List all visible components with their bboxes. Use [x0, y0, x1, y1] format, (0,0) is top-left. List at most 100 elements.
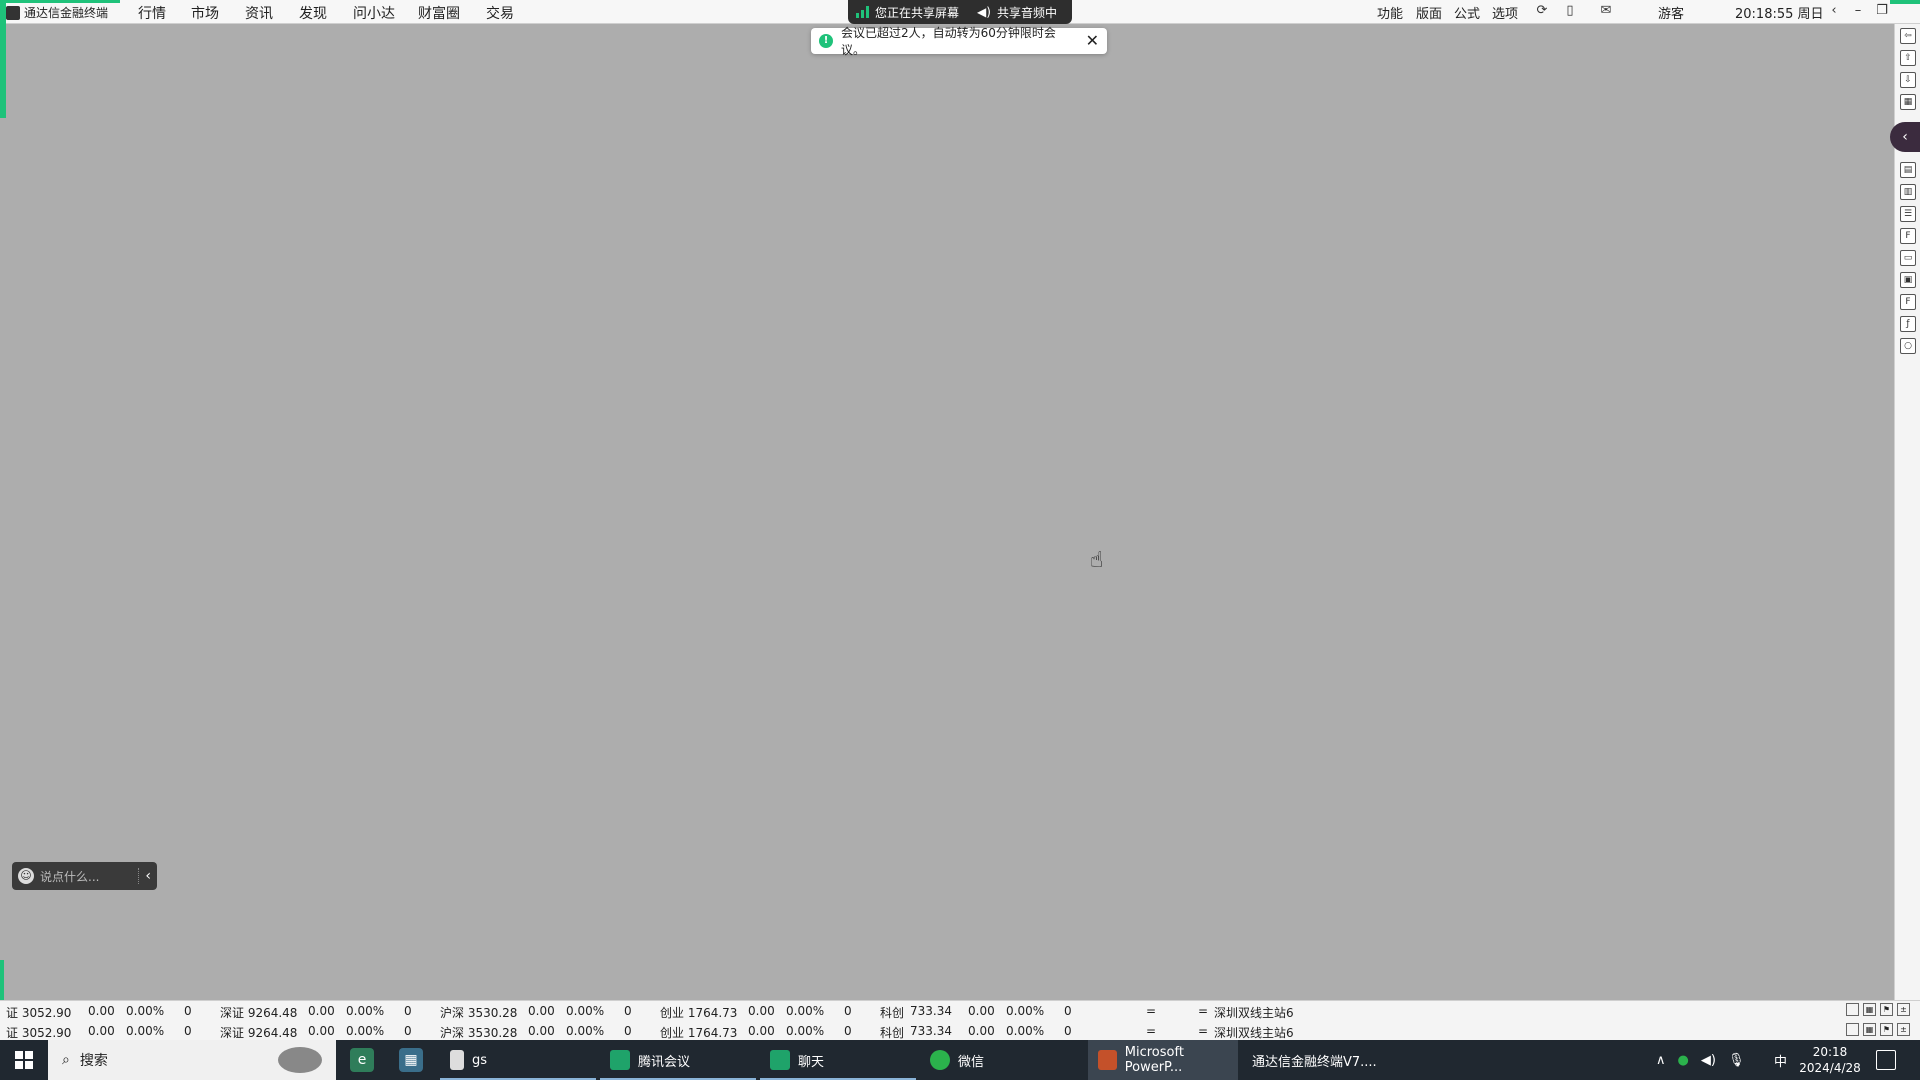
powerpoint-icon — [1098, 1050, 1117, 1070]
menu-item-formula[interactable]: 公式 — [1454, 3, 1480, 22]
taskbar-app-tencent-meeting[interactable]: 腾讯会议 — [600, 1040, 756, 1080]
pin-icon[interactable]: ± — [1897, 1003, 1910, 1016]
sh-index[interactable]: 证 3052.90 — [6, 1004, 71, 1021]
fund-icon[interactable]: F — [1900, 294, 1916, 310]
search-highlight-icon — [278, 1047, 322, 1073]
window-icon[interactable] — [1846, 1003, 1859, 1016]
kc-label[interactable]: 科创 — [880, 1004, 904, 1021]
sharing-screen-button[interactable]: 您正在共享屏幕 — [856, 4, 959, 21]
taskbar-clock[interactable]: 20:18 2024/4/28 — [1790, 1044, 1870, 1076]
right-toolbar: ⇦ ⇧ ⇩ ▦ ▤ ▥ ☰ F ▭ ▣ F ƒ ○ — [1894, 24, 1920, 1000]
formula-icon[interactable]: ƒ — [1900, 316, 1916, 332]
restore-icon[interactable]: ❐ — [1874, 3, 1890, 19]
speaker-icon: ◀) — [977, 5, 991, 19]
back-icon[interactable]: ‹ — [1826, 3, 1842, 19]
menu-item-trade[interactable]: 交易 — [486, 3, 514, 23]
sh-pct: 0.00% — [126, 1024, 165, 1038]
edge-browser-icon[interactable]: e — [350, 1048, 374, 1072]
ime-indicator[interactable]: 中 — [1774, 1040, 1787, 1080]
window-icon[interactable] — [1846, 1023, 1859, 1036]
sz-pct: 0.00% — [346, 1024, 385, 1038]
microphone-icon[interactable]: 🎙 — [1728, 1053, 1745, 1068]
taskbar-app-gs[interactable]: gs — [440, 1040, 596, 1080]
sh-index[interactable]: 证 3052.90 — [6, 1024, 71, 1041]
server-label[interactable]: 深圳双线主站6 — [1214, 1024, 1294, 1041]
nav-back-icon[interactable]: ⇦ — [1900, 28, 1916, 44]
f10-icon[interactable]: F — [1900, 228, 1916, 244]
menu-item-functions[interactable]: 功能 — [1377, 3, 1403, 22]
notification-center-icon[interactable] — [1876, 1050, 1896, 1070]
taskbar-app-tdx[interactable]: 通达信金融终端V7.... — [1242, 1040, 1402, 1080]
chart-icon[interactable]: ▣ — [1900, 272, 1916, 288]
grid-icon[interactable]: ▦ — [1900, 94, 1916, 110]
user-label[interactable]: 游客 — [1658, 3, 1684, 22]
taskbar-search[interactable]: ⌕ 搜索 — [48, 1040, 336, 1080]
collapse-panel-button[interactable]: ‹ — [1890, 122, 1920, 152]
emoji-icon[interactable]: ☺ — [18, 868, 34, 884]
hs-index[interactable]: 沪深 3530.28 — [440, 1004, 517, 1021]
sz-change: 0.00 — [308, 1004, 335, 1018]
menu-item-options[interactable]: 选项 — [1492, 3, 1518, 22]
sz-vol: 0 — [404, 1004, 412, 1018]
taskbar-app-label: 腾讯会议 — [638, 1054, 691, 1070]
menu-item-discover[interactable]: 发现 — [299, 3, 327, 23]
pin-icon[interactable]: ± — [1897, 1023, 1910, 1036]
wechat-icon — [930, 1050, 950, 1070]
doc-icon[interactable]: ▭ — [1900, 250, 1916, 266]
calculator-icon[interactable]: ▦ — [399, 1048, 423, 1072]
taskbar-app-label: 通达信金融终端V7.... — [1252, 1054, 1377, 1070]
kc-index: 733.34 — [910, 1004, 952, 1018]
menu-item-ask[interactable]: 问小达 — [353, 3, 395, 23]
phone-icon[interactable]: ▯ — [1562, 3, 1578, 19]
search-label: 搜索 — [79, 1053, 108, 1069]
cy-index[interactable]: 创业 1764.73 — [660, 1024, 737, 1041]
menu-item-layout[interactable]: 版面 — [1416, 3, 1442, 22]
server-label[interactable]: 深圳双线主站6 — [1214, 1004, 1294, 1021]
chat-input[interactable]: ☺ 说点什么... ‹ — [12, 862, 157, 890]
kline-icon[interactable]: ▥ — [1900, 184, 1916, 200]
clock-time: 20:18 — [1812, 1045, 1848, 1059]
hs-index[interactable]: 沪深 3530.28 — [440, 1024, 517, 1041]
kc-change: 0.00 — [968, 1004, 995, 1018]
flag-icon[interactable]: ⚑ — [1880, 1023, 1893, 1036]
grid-small-icon[interactable]: ▦ — [1863, 1003, 1876, 1016]
chevron-left-icon[interactable]: ‹ — [145, 868, 151, 884]
flag-icon[interactable]: ⚑ — [1880, 1003, 1893, 1016]
taskbar-app-label: 聊天 — [798, 1054, 825, 1070]
nav-down-icon[interactable]: ⇩ — [1900, 72, 1916, 88]
menu-item-quotes[interactable]: 行情 — [138, 3, 166, 23]
accent-strip-right — [1890, 0, 1920, 4]
cy-index[interactable]: 创业 1764.73 — [660, 1004, 737, 1021]
sz-index[interactable]: 深证 9264.48 — [220, 1004, 297, 1021]
minimize-icon[interactable]: – — [1850, 3, 1866, 19]
kc-index: 733.34 — [910, 1024, 952, 1038]
volume-icon[interactable]: ◀) — [1701, 1053, 1716, 1068]
taskbar-app-wechat[interactable]: 微信 — [920, 1040, 1086, 1080]
taskbar-app-powerpoint[interactable]: Microsoft PowerP... — [1088, 1040, 1238, 1080]
menu-item-wealth[interactable]: 财富圈 — [418, 3, 460, 23]
menu-item-market[interactable]: 市场 — [191, 3, 219, 23]
sz-change: 0.00 — [308, 1024, 335, 1038]
kc-label[interactable]: 科创 — [880, 1024, 904, 1041]
grid-small-icon[interactable]: ▦ — [1863, 1023, 1876, 1036]
sz-index[interactable]: 深证 9264.48 — [220, 1024, 297, 1041]
taskbar-app-chat[interactable]: 聊天 — [760, 1040, 916, 1080]
sh-change: 0.00 — [88, 1024, 115, 1038]
circle-icon[interactable]: ○ — [1900, 338, 1916, 354]
sh-pct: 0.00% — [126, 1004, 165, 1018]
chevron-up-icon[interactable]: ∧ — [1656, 1053, 1666, 1068]
close-icon[interactable]: ✕ — [1086, 33, 1099, 49]
taskbar-app-label: gs — [472, 1052, 488, 1068]
mail-icon[interactable]: ✉ — [1598, 3, 1614, 19]
nav-up-icon[interactable]: ⇧ — [1900, 50, 1916, 66]
hs-vol: 0 — [624, 1004, 632, 1018]
meeting-notification: ! 会议已超过2人，自动转为60分钟限时会议。 ✕ — [811, 26, 1107, 57]
start-button[interactable] — [0, 1040, 48, 1080]
menu-item-news[interactable]: 资讯 — [245, 3, 273, 23]
panel-icon[interactable]: ▤ — [1900, 162, 1916, 178]
screen-share-indicator[interactable]: 您正在共享屏幕 ◀) 共享音频中 — [848, 0, 1072, 24]
list-icon[interactable]: ☰ — [1900, 206, 1916, 222]
refresh-icon[interactable]: ⟳ — [1534, 3, 1550, 19]
wechat-tray-icon[interactable]: ● — [1678, 1053, 1689, 1068]
sharing-audio-button[interactable]: ◀) 共享音频中 — [977, 4, 1057, 21]
